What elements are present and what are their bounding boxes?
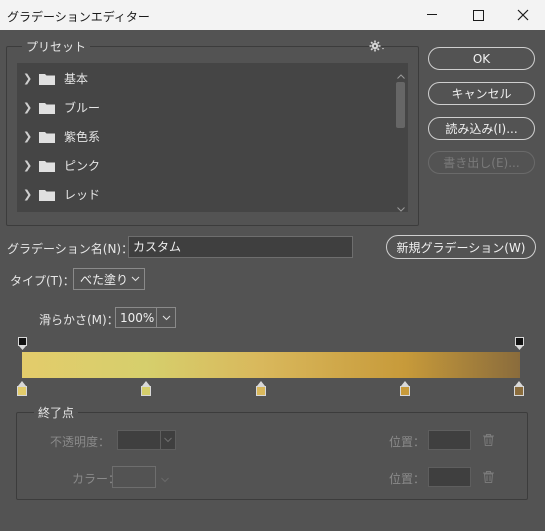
opacity-stop[interactable] bbox=[515, 337, 524, 351]
preset-folder-label: レッド bbox=[64, 188, 101, 202]
chevron-right-icon[interactable]: ❯ bbox=[23, 188, 39, 201]
folder-icon bbox=[39, 189, 55, 201]
opacity-label: 不透明度： bbox=[50, 435, 111, 449]
preset-scrollbar-thumb[interactable] bbox=[396, 82, 405, 128]
opacity-location-input[interactable] bbox=[428, 430, 471, 450]
export-button[interactable]: 書き出し(E)... bbox=[428, 151, 535, 174]
gear-icon bbox=[369, 40, 384, 52]
trash-icon bbox=[483, 434, 494, 446]
maximize-button[interactable] bbox=[455, 0, 501, 30]
gradient-preview-bar[interactable] bbox=[22, 352, 520, 378]
preset-folder-label: 紫色系 bbox=[64, 130, 101, 144]
trash-icon bbox=[483, 471, 494, 483]
preset-folder-label: ブルー bbox=[64, 101, 101, 115]
chevron-down-icon bbox=[164, 437, 172, 443]
preset-folder-label: ピンク bbox=[64, 159, 101, 173]
folder-icon bbox=[39, 73, 55, 85]
select-divider bbox=[156, 308, 157, 327]
opacity-stop[interactable] bbox=[18, 337, 27, 351]
type-label: タイプ(T)： bbox=[10, 274, 75, 288]
title-bar: グラデーションエディター bbox=[0, 0, 545, 30]
close-icon bbox=[517, 9, 529, 21]
cancel-button[interactable]: キャンセル bbox=[428, 82, 535, 105]
new-gradient-button[interactable]: 新規グラデーション(W) bbox=[386, 235, 536, 259]
scroll-up-icon[interactable] bbox=[397, 68, 405, 82]
preset-folder-row[interactable]: ❯ 基本 bbox=[17, 64, 392, 93]
preset-folder-label: 基本 bbox=[64, 72, 89, 86]
minimize-button[interactable] bbox=[409, 0, 455, 30]
chevron-down-icon bbox=[162, 315, 171, 321]
color-stop[interactable] bbox=[514, 380, 524, 396]
delete-opacity-stop-button[interactable] bbox=[483, 434, 494, 449]
color-stop[interactable] bbox=[17, 380, 27, 396]
ok-button[interactable]: OK bbox=[428, 47, 535, 70]
maximize-icon bbox=[472, 9, 484, 21]
color-location-label: 位置： bbox=[389, 472, 426, 486]
color-location-input[interactable] bbox=[428, 467, 471, 487]
folder-icon bbox=[39, 131, 55, 143]
gradient-name-label: グラデーション名(N)： bbox=[7, 242, 134, 256]
endpoint-legend: 終了点 bbox=[34, 404, 79, 421]
smoothness-value: 100% bbox=[120, 310, 155, 325]
window-title: グラデーションエディター bbox=[7, 10, 150, 24]
smoothness-select[interactable]: 100% bbox=[115, 307, 176, 328]
chevron-right-icon[interactable]: ❯ bbox=[23, 159, 39, 172]
color-stop[interactable] bbox=[399, 380, 410, 396]
opacity-location-label: 位置： bbox=[389, 435, 426, 449]
smoothness-label: 滑らかさ(M)： bbox=[39, 313, 119, 327]
chevron-right-icon[interactable]: ❯ bbox=[23, 130, 39, 143]
type-select[interactable]: べた塗り bbox=[73, 268, 145, 290]
type-select-value: べた塗り bbox=[80, 272, 129, 287]
color-stop[interactable] bbox=[255, 380, 266, 396]
chevron-right-icon[interactable]: ❯ bbox=[23, 72, 39, 85]
scroll-down-icon[interactable] bbox=[397, 201, 405, 215]
preset-folder-row[interactable]: ❯ ピンク bbox=[17, 151, 392, 180]
preset-legend: プリセット bbox=[22, 38, 91, 55]
chevron-down-icon bbox=[131, 276, 140, 282]
delete-color-stop-button[interactable] bbox=[483, 471, 494, 486]
chevron-down-icon[interactable] bbox=[161, 472, 169, 486]
chevron-right-icon[interactable]: ❯ bbox=[23, 101, 39, 114]
folder-icon bbox=[39, 102, 55, 114]
minimize-icon bbox=[427, 14, 437, 15]
opacity-input[interactable] bbox=[117, 430, 176, 450]
close-button[interactable] bbox=[500, 0, 545, 30]
preset-folder-row[interactable]: ❯ ブルー bbox=[17, 93, 392, 122]
gradient-name-input[interactable]: カスタム bbox=[128, 236, 353, 258]
folder-icon bbox=[39, 160, 55, 172]
preset-folder-row[interactable]: ❯ レッド bbox=[17, 180, 392, 209]
preset-settings-button[interactable] bbox=[369, 40, 385, 55]
color-swatch[interactable] bbox=[112, 466, 156, 488]
preset-folder-row[interactable]: ❯ 紫色系 bbox=[17, 122, 392, 151]
preset-list: ❯ 基本 ❯ ブルー ❯ 紫色系 ❯ ピンク ❯ レッド bbox=[17, 63, 408, 212]
select-divider bbox=[160, 431, 161, 449]
color-stop[interactable] bbox=[141, 380, 152, 396]
load-button[interactable]: 読み込み(I)... bbox=[428, 117, 535, 140]
